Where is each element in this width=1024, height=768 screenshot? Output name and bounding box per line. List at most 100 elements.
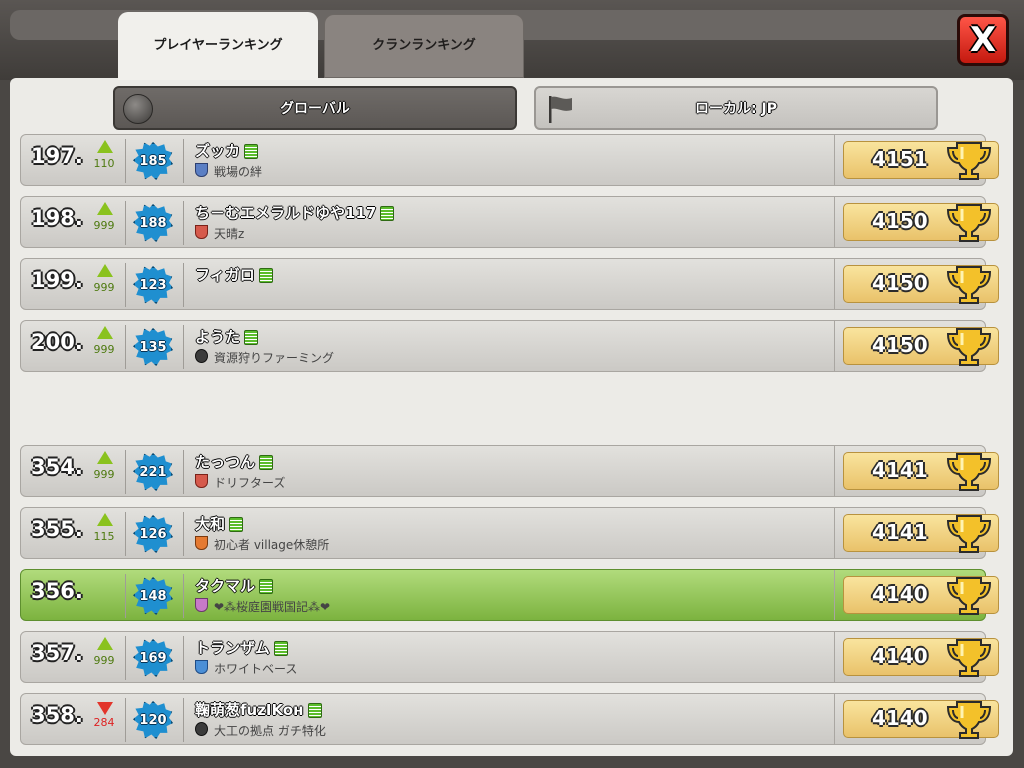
ranking-row[interactable]: 199. 999 123 フィガロ 4150: [20, 258, 999, 310]
ranking-row[interactable]: 356. 148 タクマル ❤⁂桜庭園戦国記⁂❤ 4140: [20, 569, 999, 621]
player-name: 大和: [195, 515, 226, 533]
player-name-wrap[interactable]: ち－むエメラルドゆや117: [195, 202, 395, 223]
globe-icon: [123, 94, 153, 124]
local-filter-button[interactable]: ローカル: JP: [534, 86, 938, 130]
clan-badge-icon: [195, 660, 208, 674]
player-name-wrap[interactable]: 大和: [195, 513, 244, 534]
divider: [183, 574, 184, 618]
clan-name: 戦場の絆: [214, 165, 263, 179]
divider: [125, 450, 126, 494]
divider: [125, 139, 126, 183]
experience-level-badge: 169: [133, 639, 173, 677]
clan-name: 初心者 village休憩所: [214, 538, 330, 552]
clan-info[interactable]: ホワイトベース: [195, 660, 297, 677]
experience-level-badge: 148: [133, 577, 173, 615]
trophy-box: 4150: [843, 265, 999, 304]
divider: [183, 698, 184, 742]
player-name: フィガロ: [195, 266, 255, 284]
divider: [834, 197, 835, 247]
divider: [834, 694, 835, 744]
ranking-row[interactable]: 357. 999 169 トランザム ホワイトベース 4140: [20, 631, 999, 683]
trophy-icon: [944, 698, 994, 742]
player-name-wrap[interactable]: ようた: [195, 326, 259, 347]
trophy-box: 4150: [843, 327, 999, 366]
divider: [183, 201, 184, 245]
clan-name: 資源狩りファーミング: [214, 351, 335, 365]
clan-badge-icon: [195, 349, 208, 363]
ranking-row[interactable]: 358. 284 120 鞠萌葱fuzIKoн 大工の拠点 ガチ特化 4140: [20, 693, 999, 745]
player-name: タクマル: [195, 577, 256, 595]
trophy-icon: [944, 139, 994, 183]
player-name: ズッカ: [195, 142, 241, 160]
ranking-row[interactable]: 198. 999 188 ち－むエメラルドゆや117 天晴z 4150: [20, 196, 999, 248]
rank-change: 999: [93, 468, 115, 481]
divider: [125, 512, 126, 556]
player-name: トランザム: [195, 639, 270, 657]
global-filter-button[interactable]: グローバル: [113, 86, 517, 130]
rank-number: 197.: [31, 144, 83, 168]
rank-number: 354.: [31, 455, 83, 479]
experience-level-badge: 135: [133, 328, 173, 366]
ranking-row[interactable]: 200. 999 135 ようた資源狩りファーミング 4150: [20, 320, 999, 372]
divider: [834, 259, 835, 309]
clan-info[interactable]: 戦場の絆: [195, 163, 262, 180]
clan-info[interactable]: 初心者 village休憩所: [195, 536, 329, 553]
clan-badge-icon: [195, 163, 208, 177]
player-name-wrap[interactable]: フィガロ: [195, 264, 273, 285]
player-name-wrap[interactable]: ズッカ: [195, 140, 259, 161]
divider: [125, 698, 126, 742]
player-name: たっつん: [195, 453, 256, 471]
trophy-count: 4151: [872, 147, 928, 171]
clan-name: ドリフターズ: [214, 476, 286, 490]
clan-badge-icon: [195, 598, 208, 612]
profile-list-icon: [258, 268, 273, 283]
rank-number: 358.: [31, 703, 83, 727]
clan-info[interactable]: 資源狩りファーミング: [195, 349, 334, 366]
trophy-box: 4140: [843, 700, 999, 739]
clan-info[interactable]: ドリフターズ: [195, 474, 285, 491]
clan-badge-icon: [195, 225, 208, 239]
clan-info[interactable]: 天晴z: [195, 225, 244, 242]
player-name-wrap[interactable]: トランザム: [195, 637, 288, 658]
rank-up-icon: [97, 637, 113, 650]
ranking-row[interactable]: 355. 115 126 大和 初心者 village休憩所 4141: [20, 507, 999, 559]
divider: [125, 636, 126, 680]
trophy-count: 4141: [872, 520, 928, 544]
player-name-wrap[interactable]: 鞠萌葱fuzIKoн: [195, 699, 322, 720]
profile-list-icon: [307, 703, 322, 718]
trophy-count: 4141: [872, 458, 928, 482]
rank-down-icon: [97, 702, 113, 715]
rank-number: 200.: [31, 330, 83, 354]
rank-number: 355.: [31, 517, 83, 541]
clan-info[interactable]: ❤⁂桜庭園戦国記⁂❤: [195, 598, 330, 615]
trophy-box: 4141: [843, 452, 999, 491]
close-button[interactable]: X: [957, 14, 1009, 66]
divider: [183, 139, 184, 183]
tab-player-ranking[interactable]: プレイヤーランキング: [118, 12, 318, 80]
rank-up-icon: [97, 513, 113, 526]
profile-list-icon: [273, 641, 288, 656]
profile-list-icon: [380, 206, 395, 221]
rank-change: 999: [93, 343, 115, 356]
rank-up-icon: [97, 326, 113, 339]
trophy-box: 4140: [843, 576, 999, 615]
clan-badge-icon: [195, 722, 208, 736]
divider: [183, 636, 184, 680]
player-name-wrap[interactable]: たっつん: [195, 451, 274, 472]
trophy-icon: [944, 450, 994, 494]
player-name-wrap[interactable]: タクマル: [195, 575, 274, 596]
trophy-icon: [944, 201, 994, 245]
clan-info[interactable]: 大工の拠点 ガチ特化: [195, 722, 326, 739]
trophy-box: 4150: [843, 203, 999, 242]
rank-change: 999: [93, 654, 115, 667]
ranking-row[interactable]: 354. 999 221 たっつん ドリフターズ 4141: [20, 445, 999, 497]
experience-level-badge: 120: [133, 701, 173, 739]
divider: [834, 135, 835, 185]
clan-name: 大工の拠点 ガチ特化: [214, 724, 326, 738]
trophy-count: 4140: [872, 582, 928, 606]
ranking-row[interactable]: 197. 110 185 ズッカ 戦場の絆 4151: [20, 134, 999, 186]
clan-name: ホワイトベース: [214, 662, 298, 676]
tab-clan-ranking[interactable]: クランランキング: [324, 14, 524, 78]
clan-badge-icon: [195, 536, 208, 550]
trophy-box: 4140: [843, 638, 999, 677]
